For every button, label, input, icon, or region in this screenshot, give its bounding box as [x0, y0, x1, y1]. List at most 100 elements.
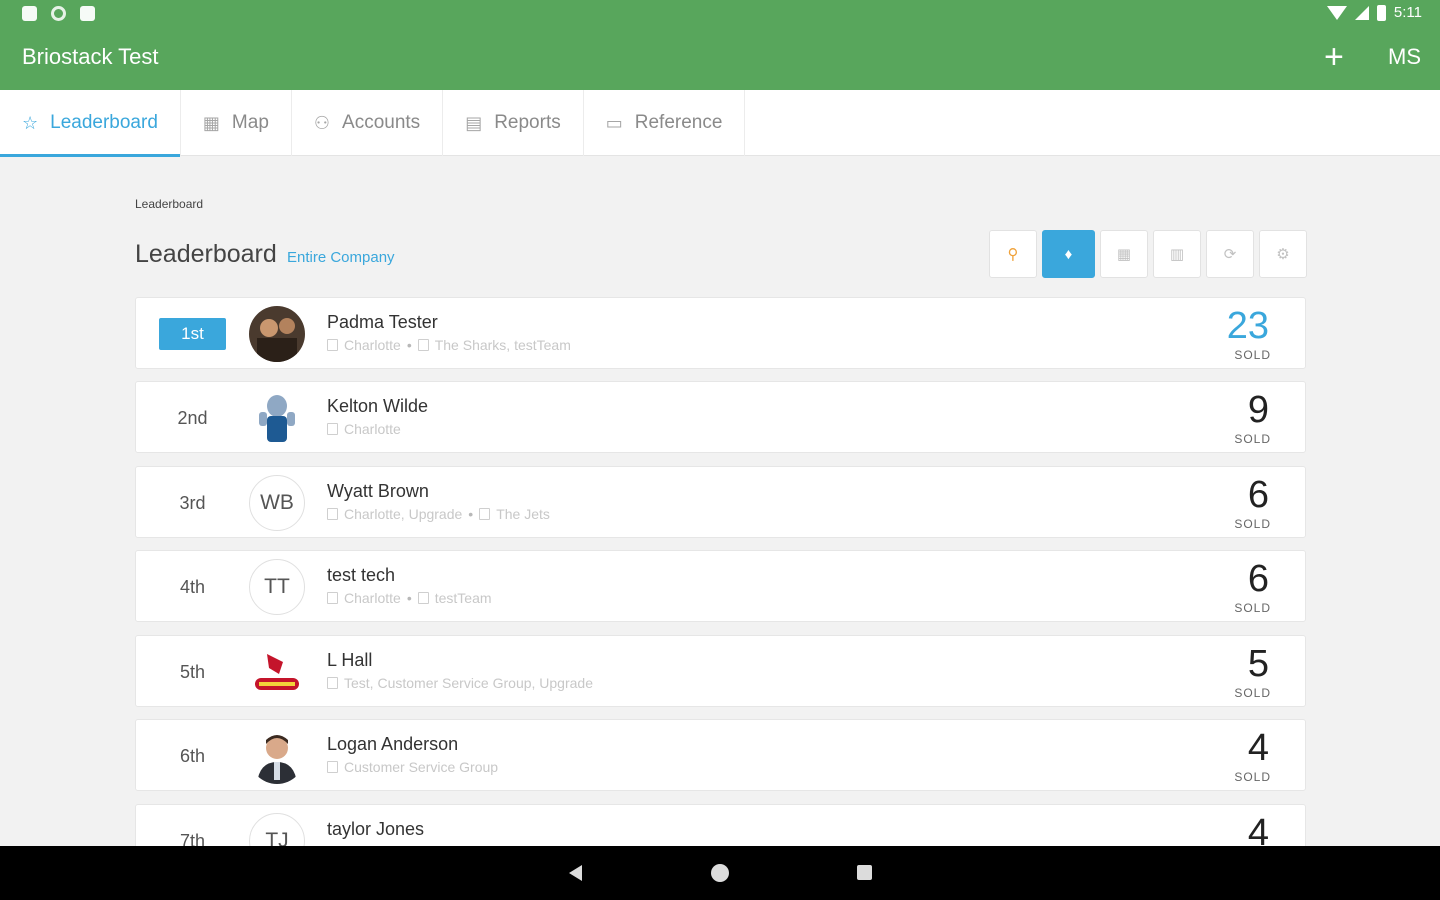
- teams: The Sharks, testTeam: [434, 337, 571, 353]
- cell-signal-icon: [1354, 5, 1369, 20]
- settings-icon[interactable]: ⚙: [1259, 230, 1307, 278]
- person-meta: Test, Customer Service Group, Upgrade: [327, 675, 593, 691]
- sold-label: SOLD: [1234, 770, 1271, 784]
- rank-label: 4th: [179, 576, 206, 597]
- status-time: 5:11: [1393, 4, 1422, 21]
- tab-map[interactable]: ▦ Map: [181, 90, 292, 156]
- accounts-icon: ⚇: [313, 112, 331, 133]
- branches: Charlotte: [344, 421, 401, 437]
- sold-count: 23: [1226, 305, 1269, 347]
- app-title: Briostack Test: [22, 44, 159, 69]
- branches: Charlotte: [344, 337, 401, 353]
- team-icon: [479, 508, 491, 520]
- leaderboard-row[interactable]: 5th L Hall Test, Customer Service Group,…: [135, 635, 1306, 707]
- sd-card-icon: [80, 6, 95, 21]
- rank-badge: 1st: [159, 318, 226, 350]
- person-name: Wyatt Brown: [327, 481, 429, 501]
- sold-label: SOLD: [1234, 517, 1271, 531]
- leaderboard-toolbar: ⚲ ♦ ▦ ▥ ⟳ ⚙: [989, 230, 1307, 278]
- person-name: Logan Anderson: [327, 734, 459, 754]
- sold-count: 5: [1247, 643, 1269, 685]
- branches: Customer Service Group: [344, 759, 499, 775]
- add-button[interactable]: +: [1324, 40, 1344, 74]
- person-meta: Charlotte: [327, 421, 401, 437]
- sold-count: 6: [1247, 558, 1269, 600]
- building-icon: [327, 423, 338, 435]
- person-name: test tech: [327, 565, 396, 585]
- avatar: [249, 644, 305, 700]
- branches: Test, Customer Service Group, Upgrade: [344, 675, 593, 691]
- person-meta: Charlotte • testTeam: [327, 590, 492, 606]
- team-icon: [417, 592, 429, 604]
- battery-icon: [1376, 4, 1386, 21]
- sold-count: 9: [1247, 389, 1269, 431]
- person-meta: Customer Service Group: [327, 759, 498, 775]
- team-icon: [417, 339, 429, 351]
- scope-filter-link[interactable]: Entire Company: [287, 249, 395, 266]
- person-name: Padma Tester: [327, 312, 438, 332]
- star-icon: ☆: [22, 112, 39, 133]
- leaderboard-row[interactable]: 3rd WB Wyatt Brown Charlotte, Upgrade • …: [135, 466, 1306, 538]
- leaderboard-row[interactable]: 6th Logan Anderson Customer Service Grou…: [135, 719, 1306, 791]
- leaderboard-row[interactable]: 2nd Kelton Wilde Charlotte 9 SOLD: [135, 381, 1306, 453]
- building-icon: [327, 508, 338, 520]
- tab-accounts[interactable]: ⚇ Accounts: [292, 90, 444, 156]
- branches: Charlotte, Upgrade: [344, 506, 463, 522]
- page-title: Leaderboard: [135, 240, 277, 268]
- calendar-icon[interactable]: ▦: [1100, 230, 1148, 278]
- tab-label: Accounts: [342, 112, 421, 133]
- branches: Charlotte: [344, 590, 401, 606]
- sold-label: SOLD: [1234, 432, 1271, 446]
- tab-label: Reference: [634, 112, 723, 133]
- chart-icon[interactable]: ▥: [1153, 230, 1201, 278]
- recent-apps-icon[interactable]: [857, 865, 872, 880]
- tab-leaderboard[interactable]: ☆ Leaderboard: [0, 90, 181, 157]
- sold-count: 4: [1247, 727, 1269, 769]
- rank-label: 6th: [179, 745, 206, 766]
- tab-bar: ☆ Leaderboard ▦ Map ⚇ Accounts ▤ Reports…: [0, 90, 1440, 157]
- user-menu-button[interactable]: MS: [1388, 44, 1421, 70]
- system-nav-bar: [0, 846, 1440, 900]
- building-icon: [327, 592, 338, 604]
- building-icon: [327, 677, 338, 689]
- avatar: [249, 306, 305, 362]
- person-name: Kelton Wilde: [327, 396, 429, 416]
- teams: The Jets: [496, 506, 550, 522]
- app-bar: 5:11 Briostack Test + MS: [0, 0, 1440, 90]
- building-icon: [327, 339, 338, 351]
- status-bar: 5:11: [0, 0, 1440, 28]
- rank-label: 5th: [179, 661, 206, 682]
- sales-icon[interactable]: ♦: [1042, 230, 1095, 278]
- sold-label: SOLD: [1234, 686, 1271, 700]
- tab-reports[interactable]: ▤ Reports: [443, 90, 584, 156]
- tab-label: Map: [231, 112, 269, 133]
- avatar: WB: [249, 475, 305, 531]
- refresh-icon[interactable]: ⟳: [1206, 230, 1254, 278]
- person-name: L Hall: [327, 650, 373, 670]
- leaderboard-row[interactable]: 4th TT test tech Charlotte • testTeam 6 …: [135, 550, 1306, 622]
- tab-reference[interactable]: ▭ Reference: [584, 90, 746, 156]
- tab-label: Reports: [494, 112, 561, 133]
- breadcrumb: Leaderboard: [135, 197, 204, 211]
- back-icon[interactable]: [569, 865, 582, 881]
- map-icon: ▦: [202, 112, 220, 133]
- teams: testTeam: [434, 590, 492, 606]
- sold-label: SOLD: [1234, 601, 1271, 615]
- sync-icon: [51, 6, 66, 21]
- rank-label: 3rd: [179, 492, 206, 513]
- person-meta: Charlotte, Upgrade • The Jets: [327, 506, 550, 522]
- leaderboard-row[interactable]: 1st Padma Tester Charlotte • The Sharks,…: [135, 297, 1306, 369]
- reports-icon: ▤: [465, 112, 483, 133]
- home-icon[interactable]: [711, 864, 729, 882]
- avatar: TT: [249, 559, 305, 615]
- rank-label: 2nd: [177, 407, 208, 428]
- sold-count: 6: [1247, 474, 1269, 516]
- building-icon: [327, 761, 338, 773]
- notification-icon: [22, 6, 37, 21]
- sold-label: SOLD: [1234, 348, 1271, 362]
- avatar: [249, 728, 305, 784]
- wifi-icon: [1326, 5, 1347, 20]
- person-name: taylor Jones: [327, 819, 425, 839]
- pin-icon[interactable]: ⚲: [989, 230, 1037, 278]
- person-meta: Charlotte • The Sharks, testTeam: [327, 337, 571, 353]
